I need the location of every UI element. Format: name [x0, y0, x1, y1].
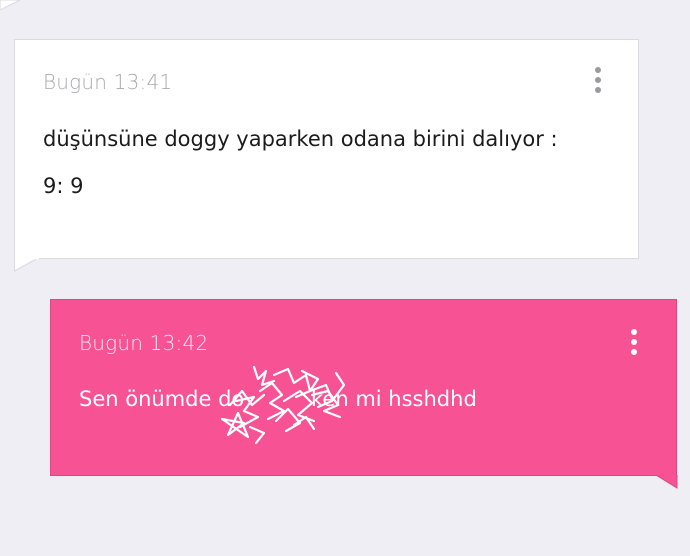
message-bubble-outgoing[interactable]: Bugün 13:42 Sen önümde do ken mi hsshdhd — [50, 299, 677, 476]
message-bubble-incoming[interactable]: Bugün 13:41 düşünsüne doggy yaparken oda… — [14, 39, 639, 259]
message-text-line: düşünsüne doggy yaparken odana birini da… — [43, 127, 558, 151]
bubble-tail-outgoing — [656, 475, 678, 489]
message-text-line: 9: 9 — [43, 174, 84, 198]
bubble-tail-incoming — [14, 258, 39, 272]
more-vertical-icon[interactable] — [588, 65, 608, 97]
previous-bubble-tail — [0, 0, 21, 11]
more-vertical-icon[interactable] — [624, 327, 644, 359]
message-timestamp: Bugün 13:41 — [43, 70, 173, 94]
scribble-redaction-icon — [220, 365, 346, 445]
message-timestamp: Bugün 13:42 — [79, 331, 209, 355]
